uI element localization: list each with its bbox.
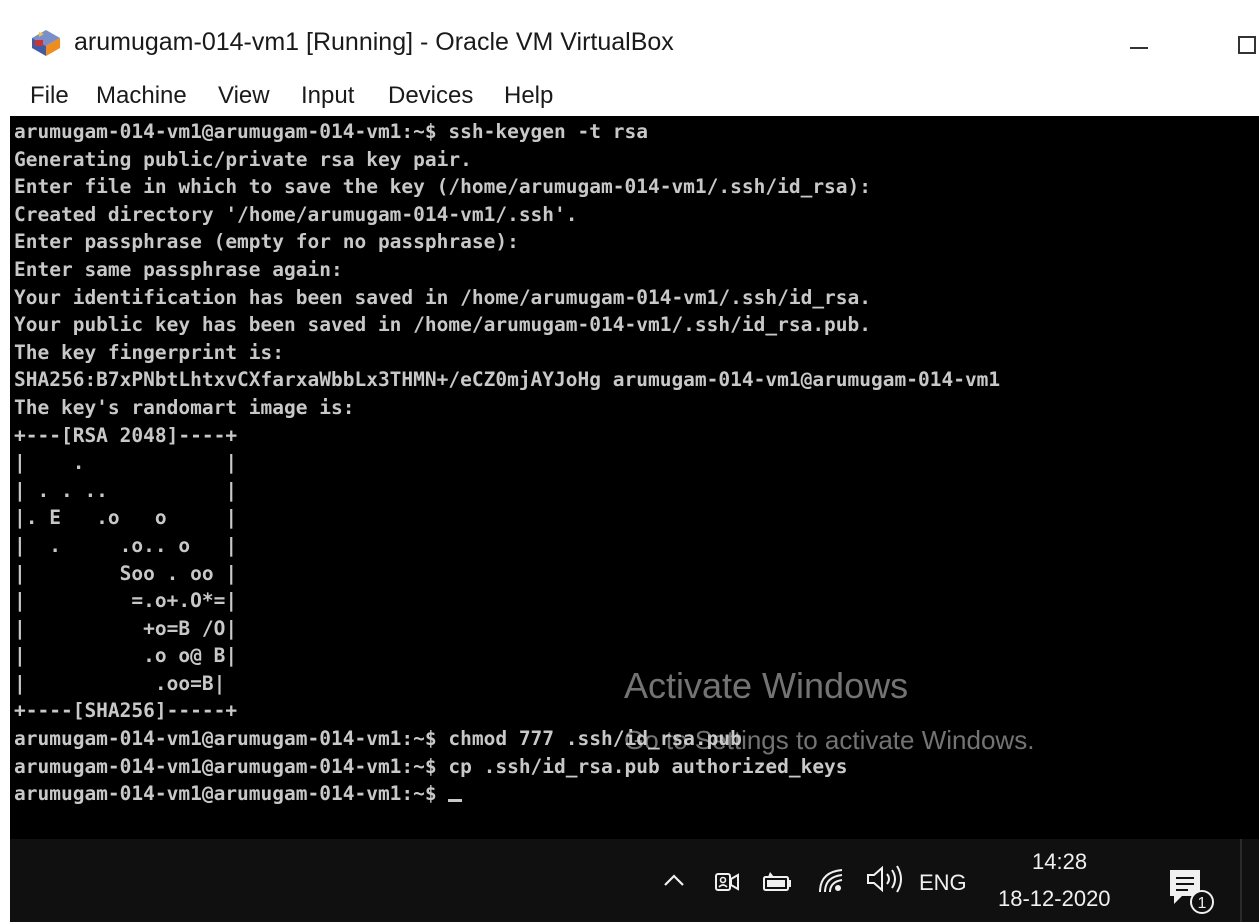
terminal-line: Your public key has been saved in /home/… (14, 313, 872, 337)
terminal-line: The key fingerprint is: (14, 340, 285, 364)
terminal-cursor (448, 799, 463, 803)
terminal-prompt-line[interactable]: arumugam-014-vm1@arumugam-014-vm1:~$ (14, 780, 1000, 808)
maximize-button[interactable] (1210, 22, 1259, 62)
window-title: arumugam-014-vm1 [Running] - Oracle VM V… (74, 28, 674, 56)
clock-time[interactable]: 14:28 (1032, 849, 1087, 875)
terminal-prompt: arumugam-014-vm1@arumugam-014-vm1:~$ (14, 782, 449, 806)
chevron-up-icon[interactable] (662, 870, 686, 895)
menu-help[interactable]: Help (504, 82, 553, 110)
clock-date[interactable]: 18-12-2020 (998, 886, 1111, 912)
terminal-line: Enter passphrase (empty for no passphras… (14, 230, 519, 254)
battery-icon[interactable] (762, 869, 794, 895)
menu-view[interactable]: View (218, 82, 270, 110)
language-indicator[interactable]: ENG (919, 870, 967, 896)
randomart-line: |. E .o o | (14, 506, 238, 530)
terminal-line: arumugam-014-vm1@arumugam-014-vm1:~$ ssh… (14, 120, 648, 143)
activate-windows-subtitle: Go to Settings to activate Windows. (624, 725, 1035, 755)
terminal-line: The key's randomart image is: (14, 395, 355, 419)
virtualbox-logo-icon (32, 30, 60, 56)
screen: arumugam-014-vm1 [Running] - Oracle VM V… (0, 0, 1259, 922)
taskbar-left-edge (0, 839, 10, 922)
menu-bar: File Machine View Input Devices Help (10, 76, 1259, 116)
title-bar[interactable]: arumugam-014-vm1 [Running] - Oracle VM V… (10, 8, 1259, 76)
randomart-line: | . .o.. o | (14, 533, 238, 557)
randomart-line: | =.o+.O*=| (14, 589, 238, 613)
menu-machine[interactable]: Machine (96, 82, 187, 110)
meet-now-icon[interactable] (714, 869, 740, 895)
terminal-line: Enter file in which to save the key (/ho… (14, 175, 872, 199)
terminal-line: SHA256:B7xPNbtLhtxvCXfarxaWbbLx3THMN+/eC… (14, 368, 1001, 392)
menu-devices[interactable]: Devices (388, 82, 473, 110)
show-desktop-edge[interactable] (1240, 839, 1242, 922)
wifi-icon[interactable] (818, 868, 848, 894)
menu-input[interactable]: Input (301, 82, 354, 110)
randomart-line: | . . .. | (14, 478, 238, 502)
terminal-line: arumugam-014-vm1@arumugam-014-vm1:~$ cp … (14, 754, 848, 778)
randomart-line: | +o=B /O| (14, 616, 238, 640)
randomart-line: | . | (14, 451, 238, 475)
menu-file[interactable]: File (30, 82, 69, 110)
activate-windows-title: Activate Windows (624, 665, 909, 706)
notification-count: 1 (1198, 895, 1207, 912)
volume-icon[interactable] (864, 864, 912, 894)
minimize-button[interactable] (1110, 22, 1170, 62)
randomart-line: +---[RSA 2048]----+ (14, 423, 238, 447)
terminal-line: Enter same passphrase again: (14, 257, 343, 281)
terminal-line: Generating public/private rsa key pair. (14, 147, 472, 171)
terminal-line: Created directory '/home/arumugam-014-vm… (14, 202, 578, 226)
notification-icon[interactable]: 1 (1166, 866, 1216, 916)
terminal-line: Your identification has been saved in /h… (14, 285, 872, 309)
randomart-line: | Soo . oo | (14, 561, 238, 585)
